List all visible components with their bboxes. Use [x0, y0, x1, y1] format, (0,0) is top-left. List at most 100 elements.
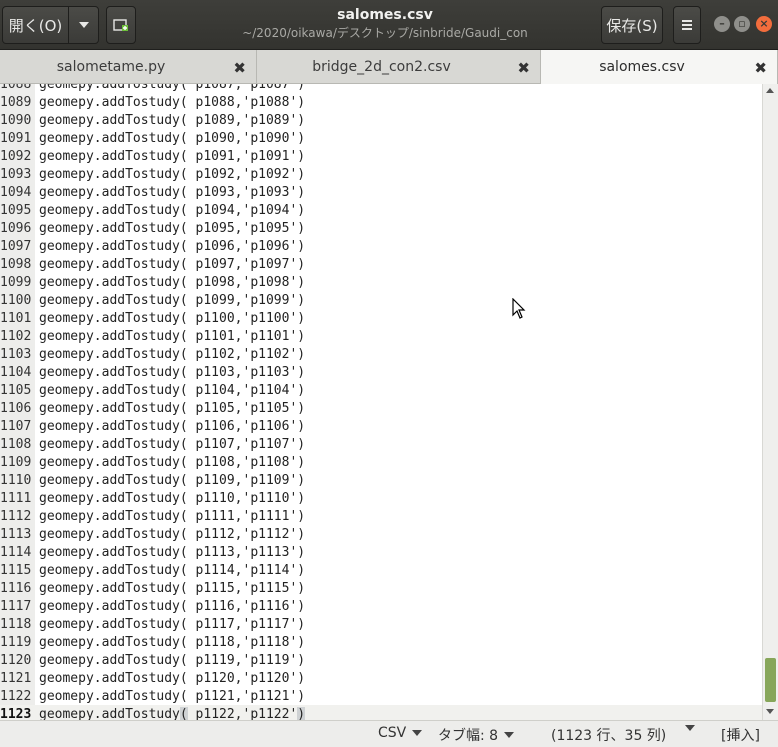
code-line[interactable]: 1106 geomepy.addTostudy( p1105,'p1105') [0, 399, 762, 417]
line-code: geomepy.addTostudy( p1111,'p1111') [39, 508, 306, 524]
header-bar: 開く(O) salomes.csv ~/2020/oikawa/デスクトップ/s… [0, 0, 778, 50]
code-line[interactable]: 1115 geomepy.addTostudy( p1114,'p1114') [0, 561, 762, 579]
line-number: 1088 [0, 84, 32, 92]
minimize-button[interactable]: – [714, 16, 730, 32]
line-code: geomepy.addTostudy( p1118,'p1118') [39, 634, 306, 650]
line-code: geomepy.addTostudy( p1087,'p1087') [39, 84, 306, 92]
line-code: geomepy.addTostudy( p1116,'p1116') [39, 598, 306, 614]
tab-salometame[interactable]: salometame.py ✖ [0, 50, 257, 84]
code-line[interactable]: 1099 geomepy.addTostudy( p1098,'p1098') [0, 273, 762, 291]
tab-salomes[interactable]: salomes.csv ✖ [541, 50, 778, 84]
open-button-label: 開く(O) [8, 16, 63, 35]
code-line[interactable]: 1109 geomepy.addTostudy( p1108,'p1108') [0, 453, 762, 471]
close-tab-icon[interactable]: ✖ [754, 59, 767, 77]
code-line[interactable]: 1093 geomepy.addTostudy( p1092,'p1092') [0, 165, 762, 183]
new-document-icon [113, 19, 128, 31]
open-button[interactable]: 開く(O) [2, 6, 69, 44]
line-code: geomepy.addTostudy( p1121,'p1121') [39, 688, 306, 704]
window-title-area: salomes.csv ~/2020/oikawa/デスクトップ/sinbrid… [200, 6, 570, 42]
code-line[interactable]: 1098 geomepy.addTostudy( p1097,'p1097') [0, 255, 762, 273]
line-number: 1118 [0, 616, 32, 632]
mouse-pointer-icon [512, 298, 526, 319]
line-number: 1104 [0, 364, 32, 380]
code-line[interactable]: 1111 geomepy.addTostudy( p1110,'p1110') [0, 489, 762, 507]
close-window-button[interactable]: × [756, 16, 772, 32]
code-line[interactable]: 1094 geomepy.addTostudy( p1093,'p1093') [0, 183, 762, 201]
code-line[interactable]: 1101 geomepy.addTostudy( p1100,'p1100') [0, 309, 762, 327]
code-line[interactable]: 1122 geomepy.addTostudy( p1121,'p1121') [0, 687, 762, 705]
minimize-icon: – [719, 17, 725, 30]
code-line[interactable]: 1108 geomepy.addTostudy( p1107,'p1107') [0, 435, 762, 453]
code-line[interactable]: 1090 geomepy.addTostudy( p1089,'p1089') [0, 111, 762, 129]
code-line[interactable]: 1113 geomepy.addTostudy( p1112,'p1112') [0, 525, 762, 543]
maximize-icon: ▫ [738, 17, 746, 30]
code-line[interactable]: 1096 geomepy.addTostudy( p1095,'p1095') [0, 219, 762, 237]
line-number: 1096 [0, 220, 32, 236]
code-line[interactable]: 1110 geomepy.addTostudy( p1109,'p1109') [0, 471, 762, 489]
line-code: geomepy.addTostudy( p1094,'p1094') [39, 202, 306, 218]
hamburger-menu-icon [682, 20, 692, 30]
tab-label: salomes.csv [599, 59, 685, 75]
close-tab-icon[interactable]: ✖ [233, 59, 246, 77]
code-line[interactable]: 1117 geomepy.addTostudy( p1116,'p1116') [0, 597, 762, 615]
line-number: 1101 [0, 310, 32, 326]
tab-width-selector[interactable]: タブ幅: 8 [438, 725, 515, 745]
code-line[interactable]: 1120 geomepy.addTostudy( p1119,'p1119') [0, 651, 762, 669]
code-line[interactable]: 1089 geomepy.addTostudy( p1088,'p1088') [0, 93, 762, 111]
new-document-button[interactable] [106, 6, 136, 44]
tab-bar: salometame.py ✖ bridge_2d_con2.csv ✖ sal… [0, 50, 778, 84]
line-code: geomepy.addTostudy( p1114,'p1114') [39, 562, 306, 578]
code-line[interactable]: 1118 geomepy.addTostudy( p1117,'p1117') [0, 615, 762, 633]
position-dropdown[interactable] [679, 725, 695, 731]
line-number: 1089 [0, 94, 32, 110]
language-selector[interactable]: CSV [378, 725, 423, 741]
line-code: geomepy.addTostudy( p1113,'p1113') [39, 544, 306, 560]
line-number: 1106 [0, 400, 32, 416]
code-line[interactable]: 1100 geomepy.addTostudy( p1099,'p1099') [0, 291, 762, 309]
code-line[interactable]: 1104 geomepy.addTostudy( p1103,'p1103') [0, 363, 762, 381]
scroll-up-icon[interactable] [766, 88, 774, 93]
code-line[interactable]: 1095 geomepy.addTostudy( p1094,'p1094') [0, 201, 762, 219]
code-line[interactable]: 1092 geomepy.addTostudy( p1091,'p1091') [0, 147, 762, 165]
file-path: ~/2020/oikawa/デスクトップ/sinbride/Gaudi_con [242, 26, 528, 40]
code-line[interactable]: 1091 geomepy.addTostudy( p1090,'p1090') [0, 129, 762, 147]
code-line[interactable]: 1105 geomepy.addTostudy( p1104,'p1104') [0, 381, 762, 399]
line-number: 1093 [0, 166, 32, 182]
window-title: salomes.csv [337, 7, 433, 23]
code-line[interactable]: 1114 geomepy.addTostudy( p1113,'p1113') [0, 543, 762, 561]
code-line[interactable]: 1097 geomepy.addTostudy( p1096,'p1096') [0, 237, 762, 255]
tab-label: bridge_2d_con2.csv [312, 59, 451, 75]
code-line[interactable]: 1102 geomepy.addTostudy( p1101,'p1101') [0, 327, 762, 345]
code-line[interactable]: 1119 geomepy.addTostudy( p1118,'p1118') [0, 633, 762, 651]
code-line[interactable]: 1121 geomepy.addTostudy( p1120,'p1120') [0, 669, 762, 687]
vertical-scrollbar[interactable] [762, 84, 778, 720]
save-button[interactable]: 保存(S) [601, 6, 663, 44]
line-code: geomepy.addTostudy( p1088,'p1088') [39, 94, 306, 110]
line-number: 1110 [0, 472, 32, 488]
line-number: 1116 [0, 580, 32, 596]
code-line[interactable]: 1103 geomepy.addTostudy( p1102,'p1102') [0, 345, 762, 363]
cursor-position-selector[interactable]: (1123 行、35 列) [551, 725, 666, 745]
tab-bridge-2d-con2[interactable]: bridge_2d_con2.csv ✖ [257, 50, 541, 84]
chevron-down-icon [504, 732, 515, 738]
close-tab-icon[interactable]: ✖ [517, 59, 530, 77]
line-number: 1092 [0, 148, 32, 164]
menu-button[interactable] [673, 6, 701, 44]
line-number: 1098 [0, 256, 32, 272]
line-number: 1113 [0, 526, 32, 542]
code-line[interactable]: 1116 geomepy.addTostudy( p1115,'p1115') [0, 579, 762, 597]
line-code: geomepy.addTostudy( p1098,'p1098') [39, 274, 306, 290]
code-line[interactable]: 1107 geomepy.addTostudy( p1106,'p1106') [0, 417, 762, 435]
scroll-down-icon[interactable] [766, 709, 774, 714]
code-line[interactable]: 1112 geomepy.addTostudy( p1111,'p1111') [0, 507, 762, 525]
line-code-args: p1122,'p1122' [187, 706, 298, 721]
insert-mode[interactable]: [挿入] [721, 725, 760, 745]
code-line[interactable]: 1088 geomepy.addTostudy( p1087,'p1087') [0, 84, 762, 93]
open-recent-dropdown[interactable] [68, 6, 99, 44]
current-code-line[interactable]: 1123 geomepy.addTostudy( p1122,'p1122') [0, 705, 762, 720]
line-number: 1102 [0, 328, 32, 344]
editor-lines: 1088 geomepy.addTostudy( p1087,'p1087') 10… [0, 84, 762, 720]
text-editor[interactable]: 1088 geomepy.addTostudy( p1087,'p1087') 10… [0, 84, 762, 720]
scrollbar-thumb[interactable] [765, 658, 776, 702]
maximize-button[interactable]: ▫ [734, 16, 750, 32]
